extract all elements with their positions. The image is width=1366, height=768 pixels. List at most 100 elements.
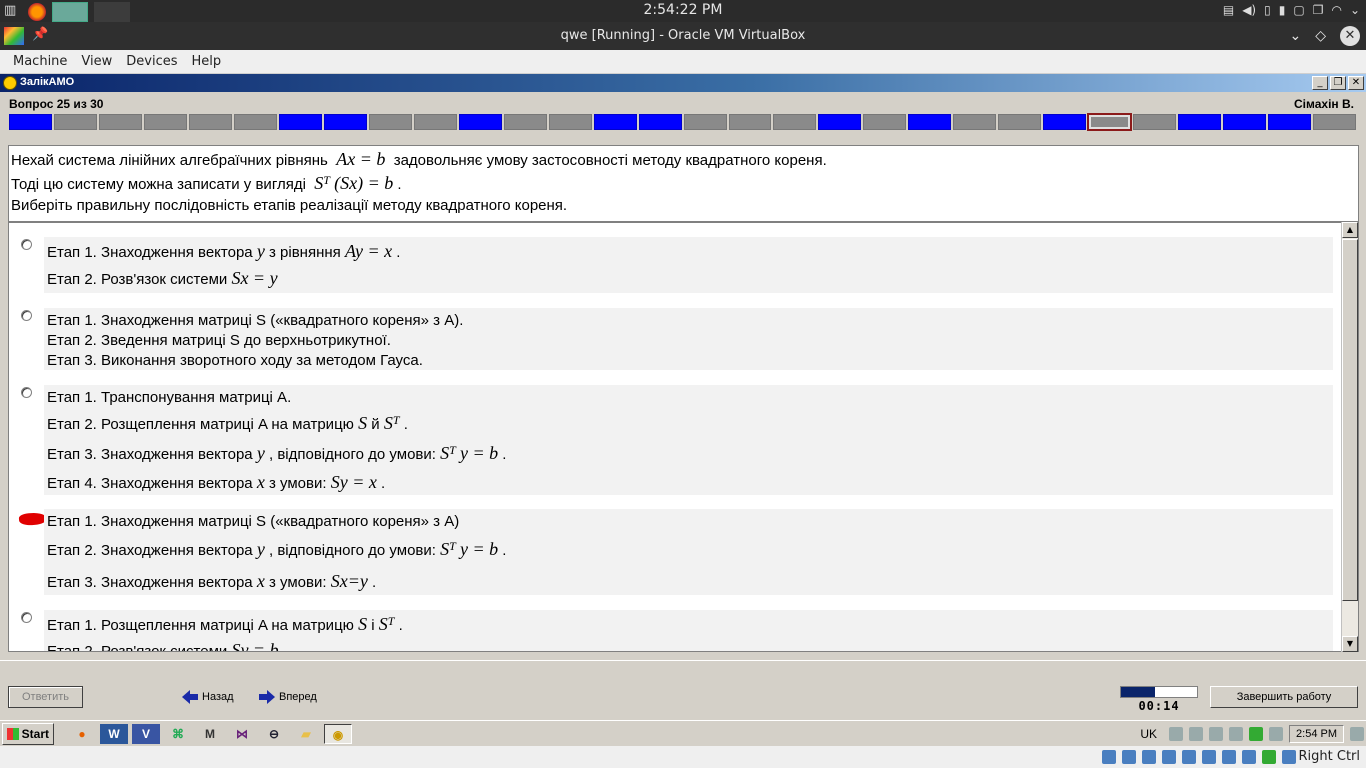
optical-drive-icon[interactable]	[1122, 750, 1136, 764]
timer: 00:14	[1138, 699, 1180, 713]
answer-text-box[interactable]: Етап 1. Знаходження матриці S («квадратн…	[44, 308, 1333, 370]
question-nav-cell[interactable]	[413, 114, 457, 130]
question-nav-cell[interactable]	[548, 114, 592, 130]
menu-view[interactable]: View	[74, 50, 119, 73]
question-nav-cell[interactable]	[818, 114, 862, 130]
question-nav-cell[interactable]	[233, 114, 277, 130]
firefox-icon[interactable]: ●	[68, 724, 96, 744]
minimize-icon[interactable]: ⌄	[1289, 28, 1301, 44]
question-nav-cell[interactable]	[908, 114, 952, 130]
visio-icon[interactable]: V	[132, 724, 160, 744]
mouse-integration-icon[interactable]	[1282, 750, 1296, 764]
answer-radio[interactable]	[21, 310, 32, 321]
volume-icon[interactable]: ◀)	[1242, 3, 1256, 17]
usb-icon[interactable]	[1182, 750, 1196, 764]
tray-volume-icon[interactable]	[1269, 727, 1284, 741]
scroll-down-arrow-icon[interactable]: ▼	[1342, 636, 1358, 652]
question-nav-cell[interactable]	[458, 114, 502, 130]
question-nav-cell[interactable]	[323, 114, 367, 130]
answer-button[interactable]: Ответить	[8, 686, 83, 708]
menu-help[interactable]: Help	[185, 50, 229, 73]
question-nav-cell[interactable]	[1268, 114, 1312, 130]
show-desktop-icon[interactable]	[1350, 727, 1364, 741]
tray-icon-1[interactable]	[1169, 727, 1184, 741]
answer-line-text: з умови:	[268, 574, 327, 591]
answer-radio[interactable]	[21, 239, 32, 250]
question-nav-cell[interactable]	[1223, 114, 1267, 130]
question-nav-cell[interactable]	[773, 114, 817, 130]
answer-line-text: з рівняння	[268, 244, 341, 261]
answer-radio[interactable]	[21, 612, 32, 623]
wifi-icon[interactable]: ◠	[1331, 3, 1341, 17]
test-app-task-icon[interactable]: ◉	[324, 724, 352, 744]
app-restore-button[interactable]: ❐	[1330, 76, 1346, 90]
question-nav-cell[interactable]	[728, 114, 772, 130]
flag-us-icon[interactable]: ▤	[1223, 3, 1234, 17]
question-nav-cell[interactable]	[593, 114, 637, 130]
shared-folder-icon[interactable]	[1202, 750, 1216, 764]
tray-icon-3[interactable]	[1209, 727, 1224, 741]
answers-scrollbar[interactable]: ▲ ▼	[1341, 222, 1358, 652]
question-nav-cell[interactable]	[188, 114, 232, 130]
copy-icon[interactable]: ❐	[1313, 3, 1324, 17]
word-icon[interactable]: W	[100, 724, 128, 744]
finish-button[interactable]: Завершить работу	[1210, 686, 1358, 708]
file-icon[interactable]: ▯	[1264, 3, 1271, 17]
language-indicator[interactable]: UK	[1140, 727, 1157, 741]
maximize-icon[interactable]: ◇	[1315, 28, 1326, 44]
question-nav-cell[interactable]	[863, 114, 907, 130]
answer-line-text: Етап 1. Знаходження матриці S («квадратн…	[47, 312, 464, 329]
question-nav-cell[interactable]	[1087, 113, 1133, 131]
question-nav-cell[interactable]	[1043, 114, 1087, 130]
network-icon[interactable]: ⌘	[164, 724, 192, 744]
answer-line-end: .	[403, 416, 408, 433]
app-close-button[interactable]: ✕	[1348, 76, 1364, 90]
question-nav-cell[interactable]	[143, 114, 187, 130]
question-nav-cell[interactable]	[953, 114, 997, 130]
folder-icon[interactable]: ▰	[292, 724, 320, 744]
network-status-icon[interactable]	[1162, 750, 1176, 764]
answer-text-box[interactable]: Етап 1. Знаходження вектора y з рівняння…	[44, 237, 1333, 293]
question-nav-cell[interactable]	[1313, 114, 1357, 130]
test-app-title: ЗалікАМО	[20, 76, 75, 88]
tray-check-icon[interactable]	[1249, 727, 1264, 741]
close-icon[interactable]: ✕	[1340, 26, 1360, 46]
forward-button[interactable]: Вперед	[259, 690, 317, 704]
disc-icon[interactable]: ⊖	[260, 724, 288, 744]
question-nav-cell[interactable]	[9, 114, 52, 130]
scroll-thumb[interactable]	[1342, 239, 1358, 601]
chevron-down-icon[interactable]: ⌄	[1350, 3, 1360, 17]
question-nav-cell[interactable]	[1178, 114, 1222, 130]
menu-devices[interactable]: Devices	[119, 50, 184, 73]
question-nav-cell[interactable]	[998, 114, 1042, 130]
scroll-up-arrow-icon[interactable]: ▲	[1342, 222, 1358, 238]
start-button[interactable]: Start	[2, 723, 54, 745]
question-nav-cell[interactable]	[638, 114, 682, 130]
screen-icon[interactable]: ▢	[1293, 3, 1304, 17]
question-nav-cell[interactable]	[98, 114, 142, 130]
visual-studio-icon[interactable]: ⋈	[228, 724, 256, 744]
answer-text-box[interactable]: Етап 1. Транспонування матриці A. Етап 2…	[44, 385, 1333, 495]
battery-icon[interactable]: ▮	[1279, 3, 1286, 17]
virtualbox-titlebar: 📌 qwe [Running] - Oracle VM VirtualBox ⌄…	[0, 22, 1366, 50]
maple-icon[interactable]: M	[196, 724, 224, 744]
question-nav-cell[interactable]	[683, 114, 727, 130]
question-nav-cell[interactable]	[278, 114, 322, 130]
answer-text-box[interactable]: Етап 1. Розщеплення матриці A на матрицю…	[44, 610, 1333, 651]
tray-icon-2[interactable]	[1189, 727, 1204, 741]
hdd-icon[interactable]	[1102, 750, 1116, 764]
tray-flag-icon[interactable]	[1229, 727, 1244, 741]
vt-icon[interactable]	[1262, 750, 1276, 764]
question-nav-cell[interactable]	[53, 114, 97, 130]
question-nav-cell[interactable]	[503, 114, 547, 130]
display-icon[interactable]	[1222, 750, 1236, 764]
question-nav-cell[interactable]	[1133, 114, 1177, 130]
back-button[interactable]: Назад	[182, 690, 234, 704]
answer-text-box[interactable]: Етап 1. Знаходження матриці S («квадратн…	[44, 509, 1333, 595]
recording-icon[interactable]	[1242, 750, 1256, 764]
menu-machine[interactable]: Machine	[6, 50, 74, 73]
app-minimize-button[interactable]: _	[1312, 76, 1328, 90]
question-nav-cell[interactable]	[368, 114, 412, 130]
audio-icon[interactable]	[1142, 750, 1156, 764]
answer-radio[interactable]	[21, 387, 32, 398]
